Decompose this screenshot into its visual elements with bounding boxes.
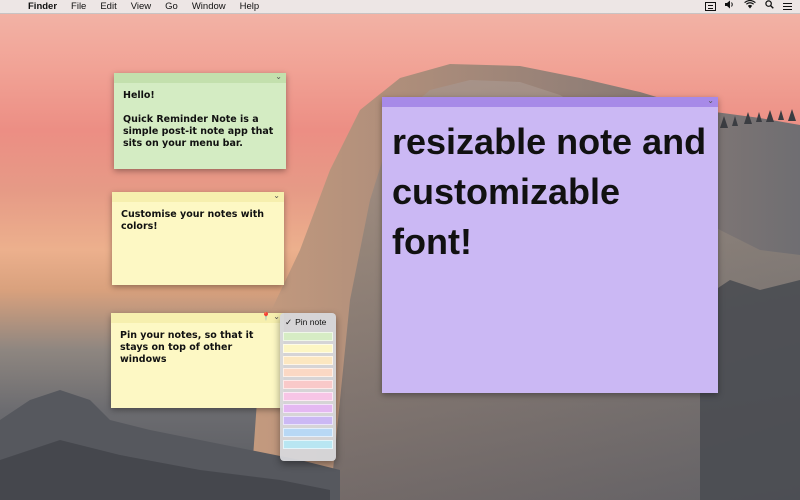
chevron-down-icon[interactable]: ⌄ xyxy=(273,312,280,322)
note-title-bar[interactable]: ⌄ xyxy=(114,72,286,83)
color-swatch-4[interactable] xyxy=(283,380,333,389)
sticky-note-yellow[interactable]: ⌄ Customise your notes with colors! xyxy=(112,191,284,285)
color-swatch-0[interactable] xyxy=(283,332,333,341)
pin-icon[interactable]: 📍 xyxy=(261,312,271,322)
menu-bar: Finder File Edit View Go Window Help xyxy=(0,0,800,14)
sticky-note-green[interactable]: ⌄ Hello! Quick Reminder Note is a simple… xyxy=(114,72,286,169)
menu-finder[interactable]: Finder xyxy=(26,0,64,14)
note-text[interactable]: Pin your notes, so that it stays on top … xyxy=(111,323,284,373)
checkmark-icon: ✓ xyxy=(285,317,293,327)
sticky-note-purple[interactable]: ⌄ resizable note and customizable font! xyxy=(382,96,718,393)
pin-note-option[interactable]: ✓ Pin note xyxy=(283,315,333,329)
color-swatch-1[interactable] xyxy=(283,344,333,353)
menu-help[interactable]: Help xyxy=(233,0,267,14)
sticky-note-pinned[interactable]: 📍 ⌄ Pin your notes, so that it stays on … xyxy=(111,312,284,408)
menu-go[interactable]: Go xyxy=(158,0,185,14)
notification-list-icon[interactable] xyxy=(783,2,792,11)
color-swatch-6[interactable] xyxy=(283,404,333,413)
note-status-icon[interactable] xyxy=(705,2,716,11)
note-title-bar[interactable]: 📍 ⌄ xyxy=(111,312,284,323)
color-swatch-2[interactable] xyxy=(283,356,333,365)
color-swatches xyxy=(283,332,333,449)
note-text[interactable]: Hello! Quick Reminder Note is a simple p… xyxy=(114,83,286,157)
menu-edit[interactable]: Edit xyxy=(93,0,123,14)
note-text[interactable]: Customise your notes with colors! xyxy=(112,202,284,240)
menu-file[interactable]: File xyxy=(64,0,93,14)
color-swatch-8[interactable] xyxy=(283,428,333,437)
color-swatch-9[interactable] xyxy=(283,440,333,449)
pin-note-label: Pin note xyxy=(295,317,327,327)
color-swatch-5[interactable] xyxy=(283,392,333,401)
color-swatch-7[interactable] xyxy=(283,416,333,425)
menu-window[interactable]: Window xyxy=(185,0,233,14)
chevron-down-icon[interactable]: ⌄ xyxy=(707,96,714,106)
status-area xyxy=(705,0,800,14)
chevron-down-icon[interactable]: ⌄ xyxy=(275,72,282,82)
wifi-icon[interactable] xyxy=(744,0,756,14)
chevron-down-icon[interactable]: ⌄ xyxy=(273,191,280,201)
volume-icon[interactable] xyxy=(725,0,735,14)
note-title-bar[interactable]: ⌄ xyxy=(382,96,718,107)
note-text[interactable]: resizable note and customizable font! xyxy=(382,107,718,277)
spotlight-icon[interactable] xyxy=(765,0,774,14)
note-title-bar[interactable]: ⌄ xyxy=(112,191,284,202)
menu-view[interactable]: View xyxy=(124,0,158,14)
note-options-menu: ✓ Pin note xyxy=(280,313,336,461)
color-swatch-3[interactable] xyxy=(283,368,333,377)
